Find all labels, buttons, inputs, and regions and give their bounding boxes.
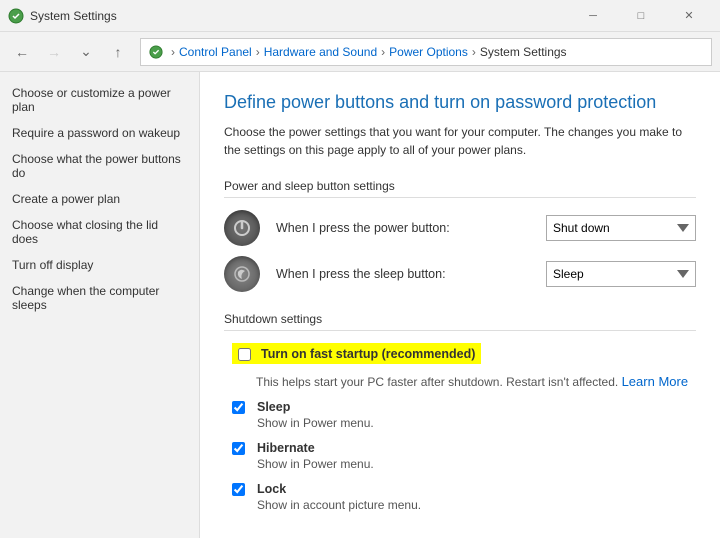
lock-checkbox-row: Lock Show in account picture menu. <box>224 481 696 512</box>
window-controls: ─ □ ✕ <box>570 0 712 32</box>
breadcrumb-sep-2: › <box>256 45 260 59</box>
fast-startup-learn-more[interactable]: Learn More <box>622 374 688 389</box>
sleep-desc: Show in Power menu. <box>257 416 374 430</box>
back-button[interactable]: ← <box>8 38 36 66</box>
breadcrumb-current: System Settings <box>480 45 567 59</box>
power-button-select[interactable]: Shut down Do nothing Sleep Hibernate Tur… <box>546 215 696 241</box>
shutdown-settings-header: Shutdown settings <box>224 312 696 331</box>
lock-label[interactable]: Lock <box>257 482 286 496</box>
hibernate-checkbox[interactable] <box>232 442 245 455</box>
sidebar-item-change-sleep[interactable]: Change when the computer sleeps <box>0 278 199 318</box>
lock-label-wrapper: Lock Show in account picture menu. <box>257 481 421 512</box>
sidebar-item-choose-buttons[interactable]: Choose what the power buttons do <box>0 146 199 186</box>
breadcrumb-sep-3: › <box>381 45 385 59</box>
main-layout: Choose or customize a power plan Require… <box>0 72 720 538</box>
sleep-button-label: When I press the sleep button: <box>276 267 530 281</box>
close-button[interactable]: ✕ <box>666 0 712 32</box>
fast-startup-label[interactable]: Turn on fast startup (recommended) <box>261 346 475 361</box>
sleep-checkbox[interactable] <box>232 401 245 414</box>
main-content: Define power buttons and turn on passwor… <box>200 72 720 538</box>
hibernate-label[interactable]: Hibernate <box>257 441 315 455</box>
breadcrumb-home-icon <box>149 44 167 59</box>
sidebar-item-choose-close[interactable]: Choose what closing the lid does <box>0 212 199 252</box>
fast-startup-desc-row: This helps start your PC faster after sh… <box>224 374 696 389</box>
sleep-button-row: When I press the sleep button: Sleep Do … <box>224 256 696 292</box>
sidebar: Choose or customize a power plan Require… <box>0 72 200 538</box>
dropdown-button[interactable]: ⌄ <box>72 38 100 66</box>
minimize-button[interactable]: ─ <box>570 0 616 32</box>
breadcrumb-control-panel[interactable]: Control Panel <box>179 45 252 59</box>
power-button-icon <box>224 210 260 246</box>
maximize-button[interactable]: □ <box>618 0 664 32</box>
up-button[interactable]: ↑ <box>104 38 132 66</box>
fast-startup-desc: This helps start your PC faster after sh… <box>256 375 622 389</box>
button-settings-section: Power and sleep button settings When I p… <box>224 179 696 292</box>
sidebar-item-require-password[interactable]: Require a password on wakeup <box>0 120 199 146</box>
forward-button[interactable]: → <box>40 38 68 66</box>
breadcrumb: › Control Panel › Hardware and Sound › P… <box>140 38 712 66</box>
sleep-button-select[interactable]: Sleep Do nothing Hibernate Shut down Tur… <box>546 261 696 287</box>
fast-startup-text: Turn on fast startup (recommended) <box>261 347 475 361</box>
sidebar-item-choose-plan[interactable]: Choose or customize a power plan <box>0 80 199 120</box>
sleep-button-icon <box>224 256 260 292</box>
hibernate-label-wrapper: Hibernate Show in Power menu. <box>257 440 374 471</box>
breadcrumb-power-options[interactable]: Power Options <box>389 45 468 59</box>
page-description: Choose the power settings that you want … <box>224 123 696 159</box>
fast-startup-row: Turn on fast startup (recommended) <box>224 343 696 364</box>
power-button-row: When I press the power button: Shut down… <box>224 210 696 246</box>
lock-checkbox[interactable] <box>232 483 245 496</box>
sidebar-item-create-plan[interactable]: Create a power plan <box>0 186 199 212</box>
sleep-checkbox-row: Sleep Show in Power menu. <box>224 399 696 430</box>
shutdown-settings-section: Shutdown settings Turn on fast startup (… <box>224 312 696 512</box>
sleep-label[interactable]: Sleep <box>257 400 290 414</box>
sidebar-item-display-off[interactable]: Turn off display <box>0 252 199 278</box>
hibernate-checkbox-row: Hibernate Show in Power menu. <box>224 440 696 471</box>
app-icon <box>8 8 24 24</box>
hibernate-desc: Show in Power menu. <box>257 457 374 471</box>
window-title: System Settings <box>30 9 117 23</box>
power-button-label: When I press the power button: <box>276 221 530 235</box>
page-title: Define power buttons and turn on passwor… <box>224 92 696 113</box>
fast-startup-checkbox[interactable] <box>238 348 251 361</box>
nav-bar: ← → ⌄ ↑ › Control Panel › Hardware and S… <box>0 32 720 72</box>
title-bar: System Settings ─ □ ✕ <box>0 0 720 32</box>
lock-desc: Show in account picture menu. <box>257 498 421 512</box>
breadcrumb-sep-4: › <box>472 45 476 59</box>
sleep-label-wrapper: Sleep Show in Power menu. <box>257 399 374 430</box>
button-settings-header: Power and sleep button settings <box>224 179 696 198</box>
breadcrumb-hardware-sound[interactable]: Hardware and Sound <box>264 45 377 59</box>
breadcrumb-sep-1: › <box>171 45 175 59</box>
